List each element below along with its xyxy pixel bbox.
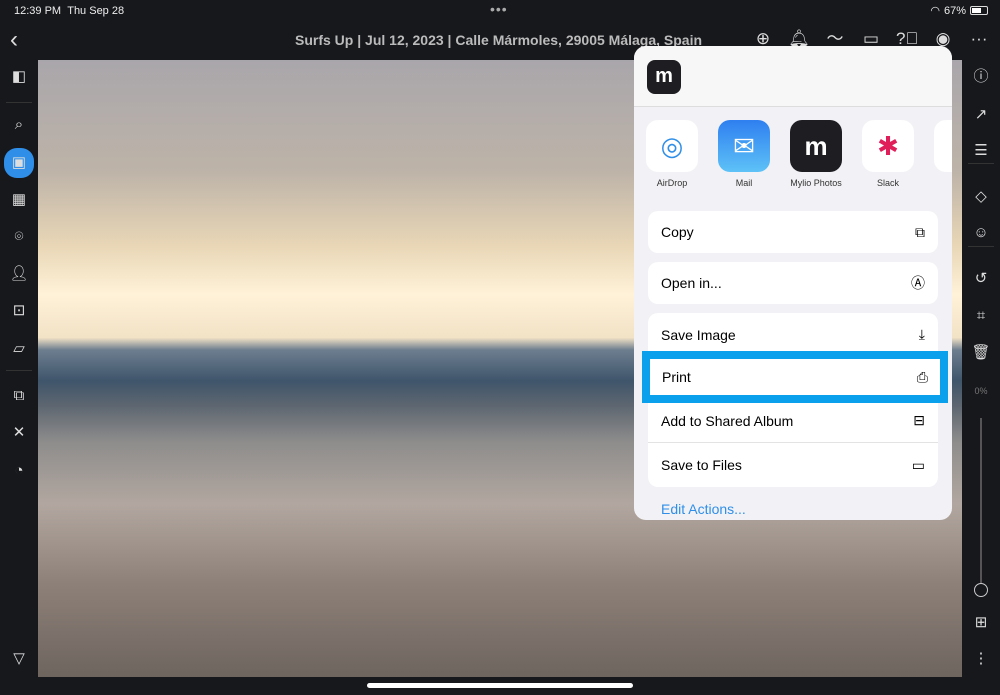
mylio-app-icon: m [647,60,681,94]
zoom-slider-track[interactable] [980,418,982,583]
home-indicator[interactable] [367,683,633,688]
slack-icon: ✱ [862,120,914,172]
dashboard-icon[interactable]: ◔ [6,458,32,484]
tools-icon[interactable]: ✕ [6,420,32,446]
photos-icon[interactable]: ▣ [4,148,34,178]
status-time: 12:39 PM [14,5,62,17]
calendar-icon[interactable]: ▦ [6,187,32,213]
action-copy[interactable]: Copy ⧉ [648,211,938,253]
info-icon[interactable]: ⓘ [970,66,992,88]
copy-icon: ⧉ [915,223,925,240]
face-icon[interactable]: ☺ [970,222,992,244]
status-bar: 12:39 PM Thu Sep 28 ••• ◠ 67% [0,0,1000,22]
more-vertical-icon[interactable]: ⋮ [970,648,992,670]
share-app-airdrop[interactable]: ◎ AirDrop [646,120,698,188]
share-app-mail[interactable]: ✉ Mail [718,120,770,188]
share-icon[interactable]: ↗ [970,104,992,126]
people-icon[interactable]: 👤︎ [6,261,32,287]
folder-icon[interactable]: ▱ [6,336,32,362]
share-app-slack[interactable]: ✱ Slack [862,120,914,188]
zoom-slider-handle[interactable] [974,583,988,597]
add-to-album-icon[interactable]: ⊞ [970,612,992,634]
mylio-icon: m [790,120,842,172]
crop-icon[interactable]: ⌗ [970,305,992,327]
more-icon[interactable]: ··· [968,28,990,50]
battery-icon [970,6,988,15]
reminders-icon: ⋮ [934,120,952,172]
right-sidebar: ⓘ ↗ ☰ ◇ ☺ ↺ ⌗ 🗑︎ 0% ⊞ ⋮ [962,60,1000,677]
albums-icon[interactable]: ⊡ [6,298,32,324]
battery-percent: 67% [943,4,966,17]
action-open-in[interactable]: Open in... Ⓐ [648,262,938,304]
map-pin-icon[interactable]: ⌾ [6,224,32,250]
sidebar-toggle-icon[interactable]: ◧ [6,64,32,90]
copies-icon[interactable]: ⧉ [6,383,32,409]
trash-icon[interactable]: 🗑︎ [970,342,992,364]
share-app-mylio[interactable]: m Mylio Photos [790,120,842,188]
edit-actions-link[interactable]: Edit Actions... [661,501,746,517]
download-icon: ⤓ [918,326,925,342]
tag-icon[interactable]: ◇ [970,186,992,208]
airdrop-icon: ◎ [646,120,698,172]
printer-icon: ⎙ [916,368,928,385]
zoom-level: 0% [974,386,988,396]
wifi-icon: ◠ [930,5,940,17]
action-add-shared-album[interactable]: Add to Shared Album ⊟ [648,399,938,443]
status-date: Thu Sep 28 [67,5,125,17]
adjust-icon[interactable]: ☰ [970,140,992,162]
left-sidebar: ◧ ⌕ ▣ ▦ ⌾ 👤︎ ⊡ ▱ ⧉ ✕ ◔ ▽ [0,60,38,677]
folder-icon: ▭ [911,456,925,473]
mail-icon: ✉ [718,120,770,172]
filter-icon[interactable]: ▽ [6,646,32,672]
rotate-icon[interactable]: ↺ [970,268,992,290]
search-icon[interactable]: ⌕ [6,112,32,138]
back-button[interactable]: ‹ [10,26,18,54]
share-app-reminders[interactable]: ⋮Re [934,120,952,188]
action-save-files[interactable]: Save to Files ▭ [648,443,938,487]
shared-album-icon: ⊟ [913,412,925,428]
action-print-highlighted[interactable]: Print ⎙ [642,351,948,403]
multitask-dots[interactable]: ••• [490,1,508,17]
share-sheet: m ◎AirDrop ✉Mail mMylio Photos ✱Slack ⋮R… [634,46,952,520]
app-store-icon: Ⓐ [911,275,925,291]
